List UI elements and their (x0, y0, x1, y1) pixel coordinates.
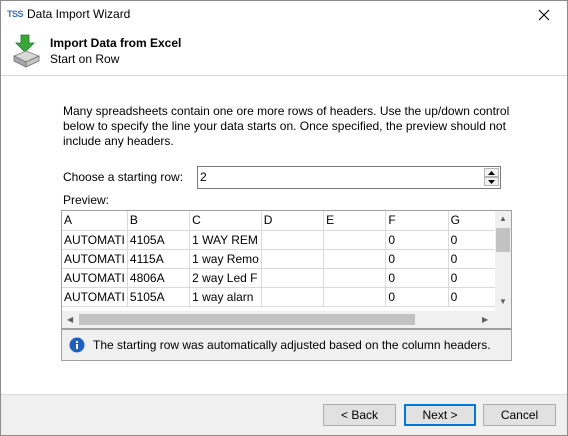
app-logo-icon: TSS (7, 9, 24, 19)
spin-up-icon (488, 170, 495, 175)
table-cell: 1 way Remo (189, 249, 262, 269)
table-cell: 4806A (127, 268, 191, 288)
wizard-header: Import Data from Excel Start on Row (1, 29, 567, 76)
table-cell: 0 (385, 287, 449, 307)
close-icon (538, 9, 550, 21)
scroll-left-icon[interactable]: ◀ (67, 315, 73, 324)
column-header[interactable]: F (385, 211, 449, 231)
table-cell: AUTOMATI (62, 230, 128, 250)
table-row[interactable]: AUTOMATI 4806A 2 way Led F 0 0 (62, 268, 511, 288)
wizard-window: TSS Data Import Wizard Import Data from … (0, 0, 568, 436)
table-cell: 4115A (127, 249, 191, 269)
column-header[interactable]: A (62, 211, 128, 231)
cancel-button[interactable]: Cancel (483, 404, 556, 426)
spin-down-icon (488, 179, 495, 184)
table-cell: 0 (385, 230, 449, 250)
next-button[interactable]: Next > (404, 404, 476, 426)
title-bar: TSS Data Import Wizard (1, 1, 567, 29)
column-header[interactable]: C (189, 211, 262, 231)
horizontal-scrollbar[interactable]: ◀ ▶ (62, 311, 495, 328)
preview-grid[interactable]: A B C D E F G AUTOMATI 4105A 1 WAY REM 0… (61, 210, 512, 329)
table-cell (323, 268, 387, 288)
header-subtitle: Start on Row (50, 52, 120, 66)
back-button[interactable]: < Back (323, 404, 396, 426)
scroll-up-icon[interactable]: ▲ (499, 214, 507, 223)
close-button[interactable] (521, 1, 567, 29)
table-cell (261, 249, 325, 269)
table-cell (261, 268, 325, 288)
info-banner: The starting row was automatically adjus… (61, 329, 512, 361)
table-cell: 0 (385, 249, 449, 269)
table-cell (261, 287, 325, 307)
info-message: The starting row was automatically adjus… (93, 338, 491, 352)
table-cell (323, 249, 387, 269)
intro-text: Many spreadsheets contain one ore more r… (63, 104, 510, 148)
footer-divider (1, 394, 567, 395)
column-header[interactable]: B (127, 211, 191, 231)
table-cell: AUTOMATI (62, 287, 128, 307)
excel-import-icon (11, 34, 41, 71)
scroll-down-icon[interactable]: ▼ (499, 297, 507, 306)
column-header[interactable]: D (261, 211, 325, 231)
spin-up-button[interactable] (484, 168, 499, 177)
table-cell: 5105A (127, 287, 191, 307)
table-row[interactable]: AUTOMATI 4115A 1 way Remo 0 0 (62, 249, 511, 269)
table-cell: AUTOMATI (62, 268, 128, 288)
preview-table: A B C D E F G AUTOMATI 4105A 1 WAY REM 0… (62, 211, 511, 307)
header-title: Import Data from Excel (50, 36, 182, 50)
column-header[interactable]: E (323, 211, 387, 231)
starting-row-input[interactable] (200, 169, 480, 185)
table-cell: 0 (385, 268, 449, 288)
scrollbar-corner (495, 311, 511, 328)
starting-row-spinner[interactable] (197, 166, 501, 189)
window-title: Data Import Wizard (27, 7, 131, 21)
table-cell: AUTOMATI (62, 249, 128, 269)
table-cell: 1 way alarn (189, 287, 262, 307)
preview-header-row: A B C D E F G (62, 211, 511, 231)
table-cell (261, 230, 325, 250)
table-cell (323, 287, 387, 307)
vertical-scroll-thumb[interactable] (496, 228, 510, 252)
table-cell: 4105A (127, 230, 191, 250)
table-cell (323, 230, 387, 250)
vertical-scrollbar[interactable]: ▲ ▼ (495, 211, 511, 311)
scroll-right-icon[interactable]: ▶ (482, 315, 488, 324)
horizontal-scroll-thumb[interactable] (79, 314, 415, 325)
spin-down-button[interactable] (484, 177, 499, 186)
info-icon (69, 337, 85, 356)
wizard-body: Many spreadsheets contain one ore more r… (1, 76, 567, 394)
starting-row-label: Choose a starting row: (63, 170, 184, 184)
preview-label: Preview: (63, 193, 110, 207)
table-cell: 2 way Led F (189, 268, 262, 288)
table-row[interactable]: AUTOMATI 5105A 1 way alarn 0 0 (62, 287, 511, 307)
table-row[interactable]: AUTOMATI 4105A 1 WAY REM 0 0 (62, 230, 511, 250)
table-cell: 1 WAY REM (189, 230, 262, 250)
